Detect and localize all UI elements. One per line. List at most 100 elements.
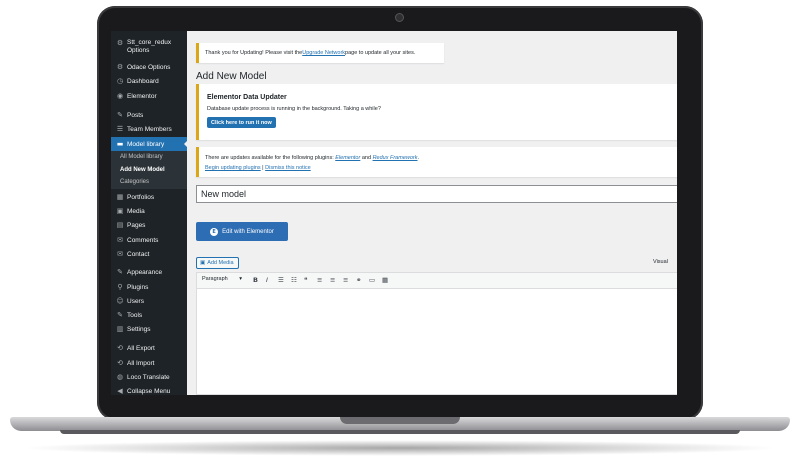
sidebar-item-label: Model library (127, 140, 165, 148)
align-center-icon[interactable]: ≡ (330, 276, 335, 284)
sidebar-item-label: Team Members (127, 125, 172, 133)
period-text: . (417, 155, 420, 161)
sidebar-item-label: Loco Translate (127, 373, 170, 381)
model-library-submenu: All Model library Add New Model Categori… (111, 151, 187, 189)
dashboard-icon: ◷ (116, 77, 124, 85)
toolbar-toggle-icon[interactable]: ▦ (382, 276, 388, 284)
chevron-down-icon: ▾ (239, 276, 242, 282)
sidebar-item-plugins[interactable]: ⚲ Plugins (111, 280, 187, 294)
elementor-logo-icon: E (210, 227, 219, 236)
sidebar-item-team-members[interactable]: ☰ Team Members (111, 122, 187, 136)
sidebar-item-loco-translate[interactable]: ◍ Loco Translate (111, 370, 187, 384)
tab-visual[interactable]: Visual (653, 259, 668, 265)
format-select-value: Paragraph (202, 276, 228, 282)
sidebar-item-pages[interactable]: ▤ Pages (111, 218, 187, 232)
dismiss-notice-link[interactable]: Dismiss this notice (265, 165, 311, 171)
sidebar-item-label: Comments (127, 236, 159, 244)
and-text: and (360, 155, 373, 161)
begin-updating-plugins-link[interactable]: Begin updating plugins (205, 165, 261, 171)
sidebar-item-stt-core-redux-options[interactable]: ⚙ Stt_core_redux Options (111, 39, 187, 61)
sidebar-item-odace-options[interactable]: ⚙ Odace Options (111, 60, 187, 74)
sidebar-item-all-import[interactable]: ⟲ All Import (111, 356, 187, 370)
add-media-label: Add Media (207, 260, 234, 266)
sidebar-item-settings[interactable]: ▥ Settings (111, 322, 187, 336)
align-right-icon[interactable]: ≡ (343, 276, 348, 284)
sidebar-item-label: Stt_core_redux (127, 39, 172, 46)
elementor-updater-notice: Elementor Data Updater Database update p… (196, 84, 677, 140)
format-select[interactable]: Paragraph ▾ (202, 276, 242, 282)
sidebar-item-label: Tools (127, 311, 143, 319)
sidebar-item-all-export[interactable]: ⟲ All Export (111, 341, 187, 355)
add-media-button[interactable]: ▣ Add Media (196, 257, 239, 269)
elementor-icon: ◉ (116, 92, 124, 100)
submenu-item-categories[interactable]: Categories (120, 179, 149, 185)
elementor-plugin-link[interactable]: Elementor (335, 155, 360, 161)
sidebar-item-label: Settings (127, 325, 151, 333)
tools-icon: ✎ (117, 311, 123, 319)
blockquote-icon[interactable]: ❝ (304, 276, 308, 284)
numbered-list-icon[interactable]: ☷ (291, 276, 297, 284)
plugin-updates-text: There are updates available for the foll… (205, 155, 419, 161)
sidebar-item-label: Plugins (127, 283, 149, 291)
sidebar-item-portfolios[interactable]: ▦ Portfolios (111, 190, 187, 204)
edit-with-elementor-button[interactable]: E Edit with Elementor (196, 222, 288, 241)
update-notice: Thank you for Updating! Please visit the… (196, 43, 444, 63)
content-editor[interactable]: Paragraph ▾ B I ☰ ☷ ❝ ≡ ≡ ≡ ⚭ ▭ ▦ (196, 272, 677, 395)
sidebar-item-label: Portfolios (127, 193, 155, 201)
sidebar-item-label: Odace Options (127, 63, 171, 71)
collapse-icon: ◀ (117, 387, 123, 395)
gear-icon: ⚙ (116, 63, 124, 71)
link-icon[interactable]: ⚭ (356, 276, 361, 284)
pin-icon: ✎ (117, 111, 123, 119)
submenu-item-all-model-library[interactable]: All Model library (120, 154, 163, 160)
export-icon: ⟲ (117, 344, 123, 352)
editor-toolbar: Paragraph ▾ B I ☰ ☷ ❝ ≡ ≡ ≡ ⚭ ▭ ▦ (197, 273, 677, 289)
folder-icon: ▬ (116, 140, 124, 148)
sidebar-item-tools[interactable]: ✎ Tools (111, 308, 187, 322)
submenu-item-add-new-model[interactable]: Add New Model (120, 167, 165, 173)
sidebar-item-model-library[interactable]: ▬ Model library (111, 137, 188, 151)
pages-icon: ▤ (116, 221, 124, 229)
align-left-icon[interactable]: ≡ (317, 276, 322, 284)
post-title-input[interactable]: New model (196, 185, 677, 203)
laptop-base-bottom (60, 430, 740, 434)
bold-icon[interactable]: B (253, 276, 258, 284)
sidebar-item-label: Appearance (127, 268, 163, 276)
page-title: Add New Model (196, 71, 267, 82)
appearance-icon: ✎ (117, 268, 123, 276)
sidebar-item-label: Media (127, 207, 145, 215)
sidebar-item-appearance[interactable]: ✎ Appearance (111, 265, 187, 279)
italic-icon[interactable]: I (266, 276, 268, 284)
sidebar-item-label: Collapse Menu (127, 387, 171, 395)
sidebar-item-dashboard[interactable]: ◷ Dashboard (111, 74, 187, 88)
users-icon: ☺ (116, 297, 124, 305)
plugin-updates-notice: There are updates available for the foll… (196, 147, 677, 177)
import-icon: ⟲ (117, 359, 123, 367)
notice-text: Database update process is running in th… (207, 106, 381, 112)
comments-icon: ✉ (117, 236, 123, 244)
portfolio-icon: ▦ (116, 193, 124, 201)
plugin-updates-actions: Begin updating plugins | Dismiss this no… (205, 165, 311, 171)
team-icon: ☰ (116, 125, 124, 133)
sidebar-item-elementor[interactable]: ◉ Elementor (111, 89, 187, 103)
settings-icon: ▥ (116, 325, 124, 333)
sidebar-item-posts[interactable]: ✎ Posts (111, 108, 187, 122)
screen: ⚙ Stt_core_redux Options ⚙ Odace Options … (111, 31, 677, 395)
sidebar-item-label: Posts (127, 111, 144, 119)
sidebar-item-users[interactable]: ☺ Users (111, 294, 187, 308)
sidebar-item-contact[interactable]: ✉ Contact (111, 247, 187, 261)
gear-icon: ⚙ (116, 39, 124, 47)
run-now-button[interactable]: Click here to run it now (207, 117, 276, 128)
bullet-list-icon[interactable]: ☰ (278, 276, 284, 284)
sidebar-item-label: Elementor (127, 92, 157, 100)
sidebar-item-comments[interactable]: ✉ Comments (111, 233, 187, 247)
sidebar-item-media[interactable]: ▣ Media (111, 204, 187, 218)
read-more-icon[interactable]: ▭ (369, 276, 375, 284)
redux-framework-link[interactable]: Redux Framework (373, 155, 418, 161)
sidebar-item-label: Users (127, 297, 144, 305)
sidebar-item-label: Options (127, 47, 150, 54)
collapse-menu-button[interactable]: ◀ Collapse Menu (111, 384, 187, 395)
upgrade-network-link[interactable]: Upgrade Network (302, 50, 345, 56)
laptop-notch (340, 417, 460, 424)
edit-with-elementor-label: Edit with Elementor (222, 228, 274, 235)
